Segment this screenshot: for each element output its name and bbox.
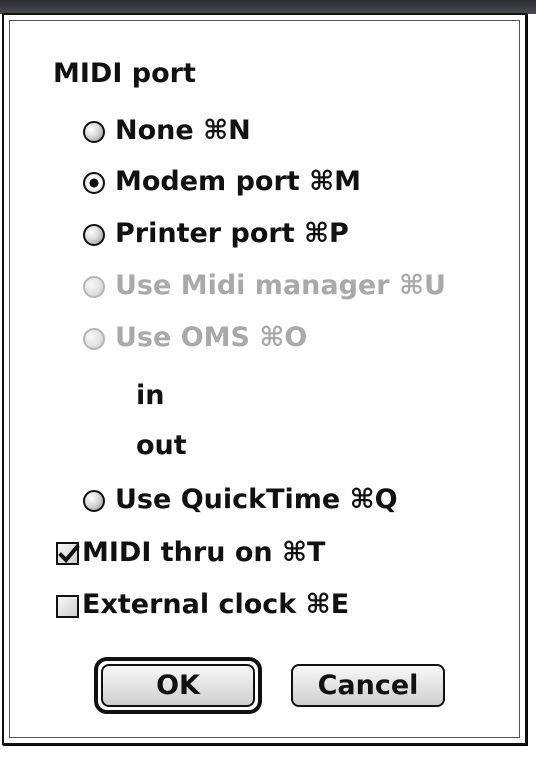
oms-in-label: in	[136, 380, 165, 411]
window-top-edge	[0, 0, 536, 14]
radio-button-icon[interactable]	[83, 224, 105, 246]
radio-label-quicktime[interactable]: Use QuickTime ⌘Q	[115, 485, 398, 515]
midi-thru-label[interactable]: MIDI thru on ⌘T	[82, 538, 325, 568]
ok-button[interactable]: OK	[101, 664, 255, 707]
cancel-button[interactable]: Cancel	[291, 664, 445, 707]
radio-label-midi-manager: Use Midi manager ⌘U	[115, 270, 446, 301]
radio-label-printer-port[interactable]: Printer port ⌘P	[115, 219, 349, 249]
screen: MIDI port None ⌘N Modem port ⌘M Printer …	[0, 0, 536, 757]
radio-button-icon[interactable]	[83, 121, 105, 143]
radio-label-none[interactable]: None ⌘N	[115, 116, 251, 146]
radio-button-disabled-icon	[83, 276, 105, 298]
oms-out-label: out	[136, 430, 187, 461]
external-clock-label[interactable]: External clock ⌘E	[82, 590, 349, 620]
radio-label-oms: Use OMS ⌘O	[115, 322, 308, 353]
radio-button-disabled-icon	[83, 328, 105, 350]
radio-button-selected-icon[interactable]	[83, 172, 105, 194]
midi-port-title: MIDI port	[53, 58, 196, 89]
checkbox-icon[interactable]	[56, 595, 79, 618]
radio-label-modem-port[interactable]: Modem port ⌘M	[115, 167, 361, 197]
checkmark-icon	[58, 544, 80, 563]
midi-settings-dialog: MIDI port None ⌘N Modem port ⌘M Printer …	[2, 13, 527, 745]
radio-button-icon[interactable]	[83, 490, 105, 512]
checkbox-checked-icon[interactable]	[56, 542, 80, 565]
